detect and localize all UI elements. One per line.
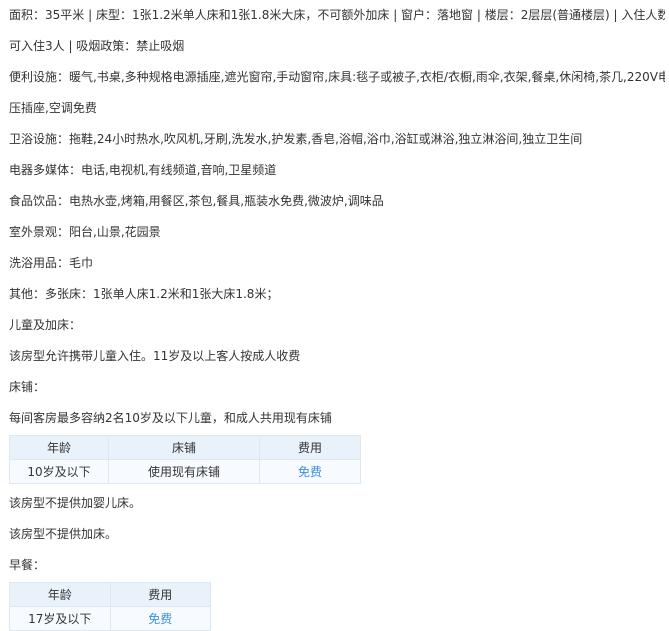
- breakfast-table: 年龄 费用 17岁及以下 免费: [9, 582, 211, 631]
- table-header-cell: 费用: [259, 435, 361, 460]
- table-cell-fee: 免费: [109, 606, 211, 631]
- bed-heading: 床铺：: [9, 380, 46, 394]
- children-policy-heading: 儿童及加床：: [9, 318, 82, 332]
- convenience-facilities-line-1: 便利设施：暖气,书桌,多种规格电源插座,遮光窗帘,手动窗帘,床具:毯子或被子,衣…: [9, 70, 665, 84]
- breakfast-heading: 早餐：: [9, 558, 46, 572]
- other-facilities: 其他：多张床：1张单人床1.2米和1张大床1.8米；: [9, 287, 279, 301]
- food-facilities: 食品饮品：电热水壶,烤箱,用餐区,茶包,餐具,瓶装水免费,微波炉,调味品: [9, 194, 384, 208]
- media-facilities: 电器多媒体：电话,电视机,有线频道,音响,卫星频道: [9, 163, 277, 177]
- toiletries: 洗浴用品：毛巾: [9, 256, 94, 270]
- room-info-line-1: 面积：35平米 | 床型：1张1.2米单人床和1张1.8米大床，不可额外加床 |…: [9, 8, 665, 22]
- table-row: 17岁及以下 免费: [9, 606, 211, 631]
- children-bed-table: 年龄 床铺 费用 10岁及以下 使用现有床铺 免费: [9, 435, 361, 484]
- table-row: 10岁及以下 使用现有床铺 免费: [9, 459, 361, 484]
- convenience-facilities-line-2: 压插座,空调免费: [9, 101, 97, 115]
- room-info-line-2: 可入住3人 | 吸烟政策：禁止吸烟: [9, 39, 185, 53]
- room-detail-content: 面积：35平米 | 床型：1张1.2米单人床和1张1.8米大床，不可额外加床 |…: [9, 0, 665, 631]
- bathroom-facilities: 卫浴设施：拖鞋,24小时热水,吹风机,牙刷,洗发水,护发素,香皂,浴帽,浴巾,浴…: [9, 132, 583, 146]
- table-header-row: 年龄 费用: [9, 582, 211, 607]
- no-extra-bed-text: 该房型不提供加床。: [9, 527, 118, 541]
- table-header-cell: 年龄: [9, 435, 109, 460]
- table-cell-age: 10岁及以下: [9, 459, 109, 484]
- table-header-cell: 年龄: [9, 582, 111, 607]
- table-header-row: 年龄 床铺 费用: [9, 435, 361, 460]
- table-cell-bed: 使用现有床铺: [108, 459, 260, 484]
- table-cell-fee: 免费: [259, 459, 361, 484]
- table-header-cell: 床铺: [108, 435, 260, 460]
- no-crib-text: 该房型不提供加婴儿床。: [9, 496, 142, 510]
- children-allow-text: 该房型允许携带儿童入住。11岁及以上客人按成人收费: [9, 349, 301, 363]
- table-header-cell: 费用: [109, 582, 211, 607]
- outdoor-view: 室外景观：阳台,山景,花园景: [9, 225, 161, 239]
- bed-text: 每间客房最多容纳2名10岁及以下儿童，和成人共用现有床铺: [9, 411, 332, 425]
- table-cell-age: 17岁及以下: [9, 606, 111, 631]
